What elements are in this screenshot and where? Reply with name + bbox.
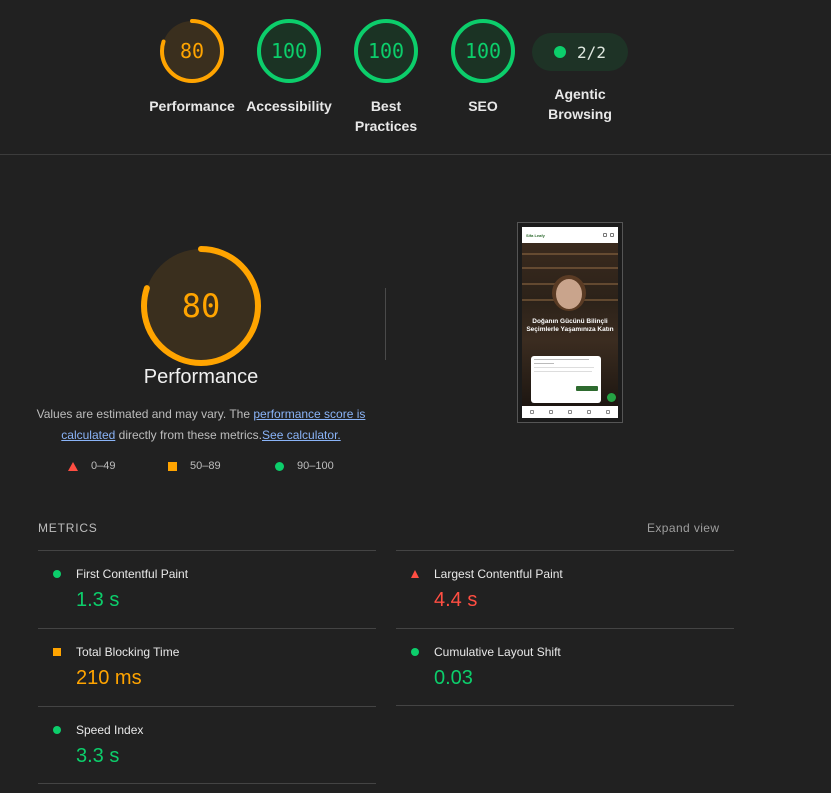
phone-screenshot: Sifa Leafy Doğanın Gücünü Bilinçli Seçim… (522, 227, 618, 418)
performance-big-gauge: 80 (139, 244, 263, 368)
metric-name: Largest Contentful Paint (434, 567, 563, 581)
best-practices-label: Best Practices (354, 98, 418, 134)
divider (385, 288, 386, 360)
divider (38, 783, 376, 784)
bottom-nav (522, 406, 618, 418)
metric-largest-contentful-paint: Largest Contentful Paint 4.4 s (396, 550, 734, 628)
category-scores-bar: 80 Performance 100 Accessibility 100 Bes… (0, 0, 831, 155)
metric-value: 3.3 s (76, 745, 120, 767)
metric-name: First Contentful Paint (76, 567, 189, 581)
site-header: Sifa Leafy (522, 227, 618, 243)
performance-description: Values are estimated and may vary. The p… (30, 404, 372, 446)
accessibility-label: Accessibility (246, 98, 332, 114)
square-icon (168, 461, 177, 471)
legend-average-label: 50–89 (190, 460, 221, 472)
metric-total-blocking-time: Total Blocking Time 210 ms (38, 628, 376, 706)
gauge-ring: 100 (450, 18, 516, 84)
agentic-value: 2/2 (577, 42, 606, 62)
performance-label: Performance (149, 98, 235, 114)
expand-view-toggle[interactable]: Expand view (647, 521, 719, 535)
average-square-icon (53, 648, 61, 656)
gauge-performance[interactable]: 80 Performance (144, 18, 240, 116)
metric-value: 210 ms (76, 667, 142, 689)
metric-name: Speed Index (76, 723, 144, 737)
whatsapp-icon (607, 393, 616, 402)
gauge-ring: 100 (353, 18, 419, 84)
pass-dot-icon (554, 46, 567, 58)
legend-pass: 90–100 (275, 460, 334, 472)
desc-text: directly from these metrics. (115, 428, 263, 442)
metric-value: 1.3 s (76, 589, 120, 611)
legend-average: 50–89 (168, 460, 221, 472)
metric-name: Cumulative Layout Shift (434, 645, 561, 659)
best-practices-score: 100 (367, 39, 405, 63)
agentic-browsing[interactable]: 2/2 Agentic Browsing (531, 18, 629, 124)
metric-value: 4.4 s (434, 589, 478, 611)
pass-dot-icon (411, 648, 419, 656)
pass-dot-icon (53, 726, 61, 734)
metric-speed-index: Speed Index 3.3 s (38, 706, 376, 784)
performance-score: 80 (179, 39, 205, 63)
seo-label: SEO (468, 98, 498, 114)
performance-title: Performance (143, 366, 259, 388)
legend-fail-label: 0–49 (91, 460, 116, 472)
performance-big-score: 80 (181, 287, 221, 325)
legend-fail: 0–49 (68, 460, 115, 472)
agentic-label: Agentic Browsing (548, 86, 612, 122)
agentic-pill: 2/2 (532, 33, 628, 71)
metric-name: Total Blocking Time (76, 645, 180, 659)
hero-image: Doğanın Gücünü Bilinçli Seçimlerle Yaşam… (522, 243, 618, 406)
legend-pass-label: 90–100 (297, 460, 334, 472)
metric-cumulative-layout-shift: Cumulative Layout Shift 0.03 (396, 628, 734, 706)
desc-text: Values are estimated and may vary. The (36, 407, 254, 421)
header-icons (603, 233, 614, 237)
gauge-best-practices[interactable]: 100 Best Practices (338, 18, 434, 136)
site-brand: Sifa Leafy (526, 232, 545, 238)
pass-dot-icon (53, 570, 61, 578)
seo-score: 100 (464, 39, 502, 63)
accessibility-score: 100 (270, 39, 308, 63)
gauge-ring: 100 (256, 18, 322, 84)
gauge-ring: 80 (159, 18, 225, 84)
hero-headline: Doğanın Gücünü Bilinçli Seçimlerle Yaşam… (526, 318, 614, 333)
metric-first-contentful-paint: First Contentful Paint 1.3 s (38, 550, 376, 628)
gauge-accessibility[interactable]: 100 Accessibility (241, 18, 337, 116)
cookie-dialog (531, 356, 601, 403)
divider (396, 705, 734, 706)
see-calculator-link[interactable]: See calculator. (262, 428, 341, 442)
metric-value: 0.03 (434, 667, 473, 689)
circle-icon (275, 461, 284, 471)
final-screenshot-thumbnail[interactable]: Sifa Leafy Doğanın Gücünü Bilinçli Seçim… (517, 222, 623, 423)
gauge-seo[interactable]: 100 SEO (435, 18, 531, 116)
fail-triangle-icon (411, 570, 419, 578)
metrics-header: METRICS (38, 521, 98, 535)
triangle-icon (68, 461, 78, 471)
